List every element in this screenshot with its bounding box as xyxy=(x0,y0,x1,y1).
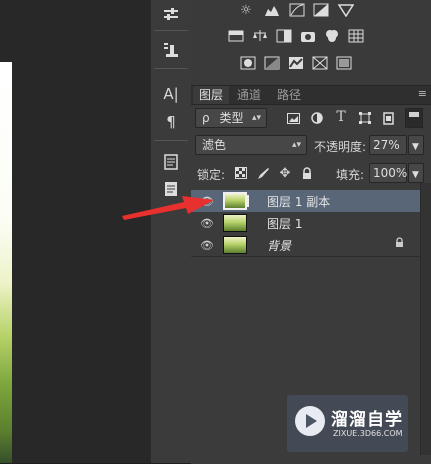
tab-channels[interactable]: 通道 xyxy=(231,86,267,104)
opacity-input[interactable]: 27% xyxy=(369,135,407,155)
channel-mixer-icon[interactable] xyxy=(156,2,186,26)
opacity-value: 27% xyxy=(373,138,400,152)
lock-label: 锁定: xyxy=(197,168,226,182)
layer-name[interactable]: 背景 xyxy=(267,237,291,254)
curves-icon[interactable] xyxy=(288,1,306,19)
exposure-icon[interactable] xyxy=(312,1,330,19)
lock-position-icon[interactable]: ✥ xyxy=(277,165,293,181)
fill-input[interactable]: 100% xyxy=(369,163,407,183)
collapsed-panel-strip: A| ¶ xyxy=(150,0,191,463)
character-icon[interactable]: A| xyxy=(156,82,186,106)
play-triangle-icon xyxy=(306,414,317,428)
opacity-label: 不透明度: xyxy=(314,140,367,154)
chevron-down-icon: ▼ xyxy=(412,170,419,180)
pixel-filter-icon[interactable] xyxy=(285,110,301,126)
layer-name[interactable]: 图层 1 xyxy=(267,215,302,232)
tool-divider xyxy=(154,140,188,141)
clone-source-icon[interactable] xyxy=(156,38,186,62)
tool-divider xyxy=(154,30,188,31)
lock-transparent-pixels-icon[interactable] xyxy=(233,165,249,181)
opacity-slider-button[interactable]: ▼ xyxy=(408,135,424,155)
layer-name[interactable]: 图层 1 副本 xyxy=(267,193,330,210)
dropdown-arrow-icon: ▴▾ xyxy=(251,113,261,123)
tool-divider xyxy=(154,68,188,69)
blend-mode-dropdown[interactable]: 滤色 ▴▾ xyxy=(195,135,307,155)
fill-label: 填充: xyxy=(336,168,365,182)
panel-menu-icon[interactable]: ≡ xyxy=(418,87,427,100)
black-white-icon[interactable] xyxy=(275,27,293,45)
invert-icon[interactable] xyxy=(239,54,257,72)
lock-image-pixels-icon[interactable] xyxy=(255,165,271,181)
color-balance-icon[interactable] xyxy=(251,27,269,45)
layer-thumbnail xyxy=(223,214,259,232)
brightness-icon[interactable]: ☼ xyxy=(237,1,255,19)
layer-row-1[interactable]: 👁 图层 1 xyxy=(191,212,420,235)
red-arrow-annotation xyxy=(122,196,214,220)
selective-color-icon[interactable] xyxy=(311,54,329,72)
paragraph-icon[interactable]: ¶ xyxy=(156,110,186,134)
fill-value: 100% xyxy=(373,166,408,180)
filter-toggle-knob xyxy=(409,112,419,117)
layer-thumbnail xyxy=(223,236,259,254)
threshold-icon[interactable] xyxy=(287,54,305,72)
watermark: 溜溜自学 ZIXUE.3D66.COM xyxy=(287,395,408,452)
blend-mode-value: 滤色 xyxy=(202,138,227,152)
watermark-url: ZIXUE.3D66.COM xyxy=(333,429,403,438)
levels-icon[interactable] xyxy=(263,1,281,19)
filter-toggle-switch[interactable] xyxy=(405,108,423,128)
layer-row-background[interactable]: 👁 背景 xyxy=(191,234,420,257)
layer-link-divider xyxy=(247,195,249,207)
lock-icon xyxy=(395,237,404,251)
layer-row-copy[interactable]: 👁 图层 1 副本 xyxy=(191,190,420,213)
fill-slider-button[interactable]: ▼ xyxy=(408,163,424,183)
hue-saturation-icon[interactable] xyxy=(227,27,245,45)
adjustments-panel: ☼ xyxy=(191,0,431,85)
smart-object-filter-icon[interactable] xyxy=(380,110,396,126)
document-image xyxy=(0,62,12,463)
layers-scrollbar[interactable] xyxy=(420,183,431,455)
adjustment-filter-icon[interactable] xyxy=(309,110,325,126)
photo-filter-icon[interactable] xyxy=(299,27,317,45)
tab-paths[interactable]: 路径 xyxy=(271,86,307,104)
document-canvas-area[interactable] xyxy=(0,0,150,463)
vibrance-icon[interactable] xyxy=(337,1,355,19)
layer-filter-dropdown[interactable]: ρ 类型 ▴▾ xyxy=(195,108,267,128)
shape-filter-icon[interactable] xyxy=(357,110,373,126)
chevron-down-icon: ▴▾ xyxy=(291,140,301,150)
eye-icon[interactable]: 👁 xyxy=(199,237,215,253)
posterize-icon[interactable] xyxy=(263,54,281,72)
search-icon: ρ xyxy=(202,111,210,125)
type-filter-icon[interactable]: T xyxy=(333,109,349,125)
color-lookup-icon[interactable] xyxy=(347,27,365,45)
watermark-title: 溜溜自学 xyxy=(331,410,403,430)
filter-kind-label: 类型 xyxy=(219,111,244,125)
tab-layers[interactable]: 图层 xyxy=(193,86,230,104)
chevron-down-icon: ▼ xyxy=(412,142,419,152)
gradient-map-icon[interactable] xyxy=(335,54,353,72)
lock-all-icon[interactable] xyxy=(299,165,315,181)
notes-icon[interactable] xyxy=(156,150,186,174)
layer-thumbnail xyxy=(223,192,259,210)
panel-tab-bar: 图层 通道 路径 ≡ xyxy=(191,86,431,105)
channel-mixer-adj-icon[interactable] xyxy=(323,27,341,45)
